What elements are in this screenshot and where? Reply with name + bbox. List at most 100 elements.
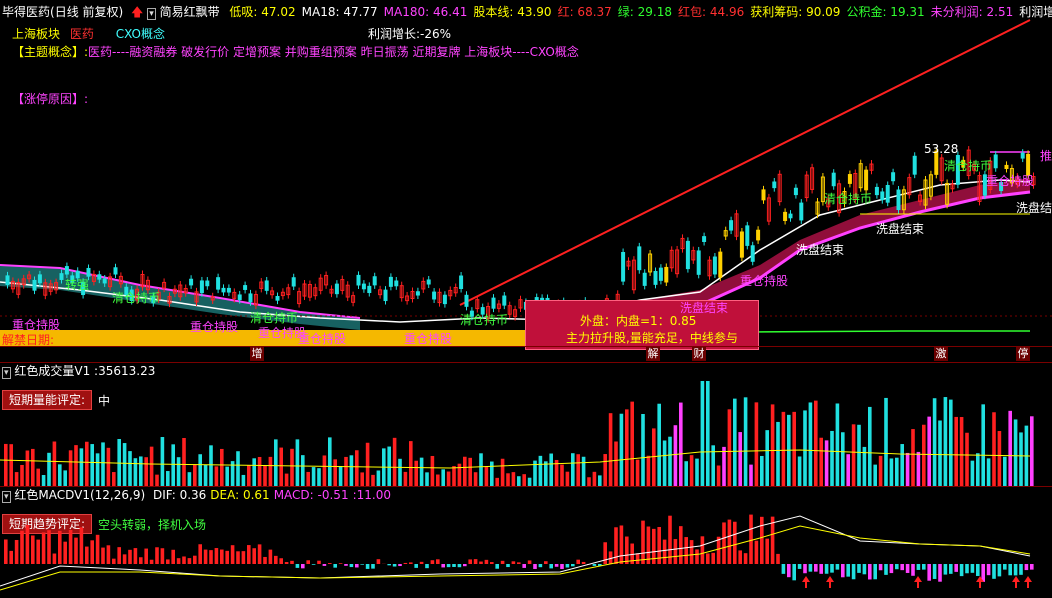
macd-bar xyxy=(997,564,1002,577)
volume-bar xyxy=(495,477,499,486)
macd-bar xyxy=(122,554,127,564)
chart-annotation: 重仓持股 xyxy=(986,174,1035,188)
volume-bar xyxy=(760,455,764,486)
macd-bar xyxy=(916,564,921,570)
volume-bar xyxy=(527,477,532,486)
volume-bar xyxy=(603,454,607,486)
macd-bar xyxy=(295,564,300,568)
separator-main xyxy=(0,346,1052,347)
volume-bar xyxy=(360,472,364,486)
macd-bar xyxy=(614,527,618,564)
volume-bar xyxy=(927,416,931,486)
volume-bar xyxy=(792,411,796,486)
macd-bar xyxy=(943,564,948,575)
candle-body xyxy=(189,278,194,286)
macd-bar xyxy=(884,564,888,575)
macd-bar xyxy=(927,564,931,581)
macd-bar xyxy=(841,564,845,578)
candle-body xyxy=(97,274,102,280)
candle-body xyxy=(642,272,647,286)
macd-bar xyxy=(20,530,24,564)
volume-bar xyxy=(338,466,343,486)
macd-bar xyxy=(592,564,597,566)
event-mark[interactable]: 解 xyxy=(646,347,660,361)
macd-bar xyxy=(419,561,424,564)
macd-bar xyxy=(301,564,305,569)
chart-annotation: 重仓持股 xyxy=(740,274,789,288)
volume-bar xyxy=(824,440,829,486)
volume-bar xyxy=(873,464,877,486)
volume-bar xyxy=(905,452,910,486)
volume-bar xyxy=(765,430,769,486)
macd-bar xyxy=(133,548,138,564)
volume-bar xyxy=(986,458,991,486)
macd-bar xyxy=(868,564,872,580)
volume-bar xyxy=(149,446,154,486)
candle-body xyxy=(491,297,496,309)
volume-bar xyxy=(1030,416,1034,486)
macd-bar xyxy=(166,559,170,564)
candle-body xyxy=(896,189,901,211)
macd-bar xyxy=(446,564,451,568)
volume-bar xyxy=(976,453,980,486)
volume-bar xyxy=(581,456,586,486)
chart-annotation: 重仓持股 xyxy=(190,320,239,334)
macd-bar xyxy=(749,514,753,564)
macd-bar xyxy=(338,563,343,564)
event-mark[interactable]: 增 xyxy=(250,347,264,361)
event-mark[interactable]: 财 xyxy=(692,347,706,361)
macd-bar xyxy=(787,564,791,578)
macd-bar xyxy=(781,564,786,574)
volume-bar xyxy=(668,436,672,486)
macd-bar xyxy=(581,561,586,564)
volume-bar xyxy=(398,458,402,486)
macd-bar xyxy=(457,564,462,568)
macd-bar xyxy=(182,556,186,564)
macd-bar xyxy=(533,564,537,569)
volume-bar xyxy=(468,457,472,486)
candle-body xyxy=(199,280,204,294)
macd-bar xyxy=(986,564,991,576)
macd-bar xyxy=(646,526,651,564)
macd-bar xyxy=(1013,564,1018,576)
macd-bar xyxy=(862,564,867,575)
event-mark[interactable]: 激 xyxy=(934,347,948,361)
volume-bar xyxy=(900,444,904,486)
volume-bar xyxy=(878,455,883,486)
candle-body xyxy=(264,280,269,291)
candle-body xyxy=(772,181,777,189)
event-mark[interactable]: 停 xyxy=(1016,347,1030,361)
volume-bar xyxy=(695,458,699,486)
volume-bar xyxy=(328,437,332,486)
volume-bar xyxy=(959,417,964,486)
macd-bar xyxy=(738,550,742,564)
macd-bar xyxy=(949,564,953,574)
volume-bar xyxy=(841,432,845,486)
macd-chart[interactable] xyxy=(0,486,1052,598)
volume-bar xyxy=(36,468,40,486)
candle-body xyxy=(59,273,64,280)
buy-arrow-icon xyxy=(826,576,834,588)
macd-bar xyxy=(900,564,904,571)
candle-body xyxy=(464,294,469,307)
candle-body xyxy=(729,220,734,231)
volume-bar xyxy=(911,429,915,486)
candle-body xyxy=(874,186,879,196)
candle-body xyxy=(696,250,701,275)
candle-body xyxy=(637,246,642,271)
macd-bar xyxy=(695,549,699,564)
volume-bar xyxy=(646,455,651,486)
macd-bar xyxy=(976,564,980,576)
macd-bar xyxy=(770,516,775,564)
candle-body xyxy=(880,191,885,201)
volume-bar xyxy=(430,455,435,486)
candle-body xyxy=(756,229,761,241)
volume-bar xyxy=(544,461,548,486)
volume-chart[interactable] xyxy=(0,362,1052,486)
volume-bar xyxy=(128,451,132,486)
volume-bar xyxy=(74,445,78,486)
candle-body xyxy=(847,174,852,184)
volume-bar xyxy=(700,381,705,486)
volume-bar xyxy=(171,444,175,486)
volume-bar xyxy=(117,439,121,486)
